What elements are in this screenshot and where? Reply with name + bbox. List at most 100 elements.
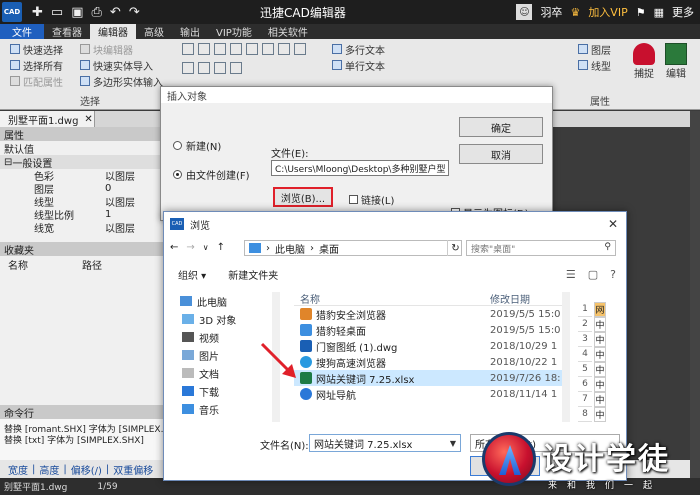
trim-tool-icon[interactable] — [214, 62, 226, 74]
rect-tool-icon[interactable] — [214, 43, 226, 55]
browse-button[interactable]: 浏览(B)... — [273, 187, 333, 207]
prop-row[interactable]: 线宽 以图层 — [0, 221, 164, 235]
help-icon[interactable]: ? — [610, 268, 616, 281]
file-row[interactable]: 搜狗高速浏览器 2018/10/22 1 — [294, 354, 562, 370]
join-vip-link[interactable]: 加入VIP — [588, 4, 627, 20]
radio-from-file[interactable]: 由文件创建(F) — [173, 167, 250, 182]
menu-file[interactable]: 文件 — [0, 24, 44, 39]
file-row[interactable]: 猎豹安全浏览器 2019/5/5 15:0 — [294, 306, 562, 322]
nav-item[interactable]: 视频 — [164, 328, 272, 346]
organize-button[interactable]: 组织 ▾ — [178, 267, 206, 282]
opt-offset[interactable]: 偏移(/) — [71, 462, 102, 477]
linetype-button[interactable]: 线型 — [578, 57, 611, 73]
right-scrollbar[interactable] — [690, 111, 700, 478]
menu-related[interactable]: 相关软件 — [260, 24, 316, 39]
layer-button[interactable]: 图层 — [578, 41, 611, 57]
stext-button[interactable]: 单行文本 — [332, 57, 385, 73]
title-bar: CAD ✚ ▭ ▣ ⎙ ↶ ↷ 迅捷CAD编辑器 ☺ 羽卒 ♛ 加入VIP ⚑ … — [0, 0, 700, 24]
arc-tool-icon[interactable] — [246, 43, 258, 55]
file-row[interactable]: 猎豹轻桌面 2019/5/5 15:0 — [294, 322, 562, 338]
radio-new[interactable]: 新建(N) — [173, 138, 221, 153]
select-all-button[interactable]: 选择所有 — [10, 57, 63, 73]
redo-icon[interactable]: ↷ — [129, 5, 140, 20]
nav-item[interactable]: 图片 — [164, 346, 272, 364]
close-icon[interactable]: ✕ — [84, 114, 92, 125]
mtext-button[interactable]: 多行文本 — [332, 41, 385, 57]
file-path-input[interactable]: C:\Users\Mloong\Desktop\多种别墅户型 — [271, 160, 449, 176]
nav-item[interactable]: 文档 — [164, 364, 272, 382]
nav-item[interactable]: 音乐 — [164, 400, 272, 418]
rotate-tool-icon[interactable] — [278, 43, 290, 55]
circle-tool-icon[interactable] — [230, 43, 242, 55]
col-date[interactable]: 修改日期 — [490, 291, 530, 306]
scale-tool-icon[interactable] — [294, 43, 306, 55]
grid-icon[interactable]: ▦ — [654, 6, 664, 19]
polyline-tool-icon[interactable] — [198, 43, 210, 55]
address-bar[interactable]: › 此电脑 › 桌面 — [244, 240, 462, 256]
line-tool-icon[interactable] — [182, 43, 194, 55]
doc-tab[interactable]: 别墅平面1.dwg ✕ — [0, 111, 95, 127]
search-input[interactable]: 搜索"桌面" ⚲ — [466, 240, 616, 256]
opt-width[interactable]: 宽度 — [8, 462, 28, 477]
shirt-icon[interactable]: ⚑ — [636, 6, 646, 19]
file-row[interactable]: 门窗图纸 (1).dwg 2018/10/29 1 — [294, 338, 562, 354]
properties-panel: 属性 默认值 ⊟ 一般设置 色彩 以图层 图层 0 线型 以图层 线型比例 1 线宽 以图层… — [0, 127, 165, 405]
copy-tool-icon[interactable] — [182, 62, 194, 74]
open-icon[interactable]: ▭ — [51, 5, 63, 20]
preview-pane-icon[interactable]: ▢ — [588, 268, 598, 281]
chevron-down-icon[interactable]: ▼ — [450, 439, 456, 448]
command-area: 命令行 替换 [romant.SHX] 字体为 [SIMPLEX.SHX] 替换… — [0, 405, 165, 460]
menu-editor[interactable]: 编辑器 — [90, 24, 136, 39]
print-icon[interactable]: ⎙ — [92, 5, 102, 20]
file-row-selected[interactable]: 网站关键词 7.25.xlsx 2019/7/26 18: — [294, 370, 562, 386]
opt-height[interactable]: 高度 — [39, 462, 59, 477]
forward-icon[interactable]: → — [186, 242, 194, 253]
general-section[interactable]: ⊟ 一般设置 — [0, 155, 164, 170]
cancel-button[interactable]: 取消 — [459, 144, 543, 164]
properties-default: 默认值 — [0, 141, 164, 156]
nav-item[interactable]: 3D 对象 — [164, 310, 272, 328]
block-editor-button[interactable]: 块编辑器 — [80, 41, 163, 57]
menu-advanced[interactable]: 高级 — [136, 24, 172, 39]
filename-input[interactable]: 网站关键词 7.25.xlsx ▼ — [309, 434, 461, 452]
refresh-icon[interactable]: ↻ — [447, 240, 463, 256]
ok-button[interactable]: 确定 — [459, 117, 543, 137]
move-tool-icon[interactable] — [262, 43, 274, 55]
user-name[interactable]: 羽卒 — [540, 4, 562, 20]
prop-value: 1 — [105, 209, 112, 220]
view-options-icon[interactable]: ☰ — [566, 268, 576, 281]
edit-button[interactable]: 编辑 — [662, 43, 690, 80]
breadcrumb-pc[interactable]: 此电脑 — [275, 241, 305, 256]
new-icon[interactable]: ✚ — [32, 5, 43, 20]
menu-vip[interactable]: VIP功能 — [208, 24, 260, 39]
file-row[interactable]: 网址导航 2018/11/14 1 — [294, 386, 562, 402]
nav-item[interactable]: 此电脑 — [164, 292, 272, 310]
col-name[interactable]: 名称 — [294, 291, 490, 306]
snap-button[interactable]: 捕捉 — [630, 43, 658, 80]
up-icon[interactable]: ↑ — [217, 242, 225, 253]
music-icon — [182, 404, 194, 414]
quick-select-button[interactable]: 快速选择 — [10, 41, 63, 57]
undo-icon[interactable]: ↶ — [110, 5, 121, 20]
link-checkbox[interactable]: 链接(L) — [349, 192, 394, 207]
breadcrumb-desktop[interactable]: 桌面 — [319, 241, 339, 256]
polygon-input-button[interactable]: 多边形实体输入 — [80, 73, 163, 89]
menu-output[interactable]: 输出 — [172, 24, 208, 39]
back-icon[interactable]: ← — [170, 242, 178, 253]
save-icon[interactable]: ▣ — [71, 5, 83, 20]
command-line: 替换 [romant.SHX] 字体为 [SIMPLEX.SHX] — [4, 425, 164, 433]
new-folder-button[interactable]: 新建文件夹 — [228, 267, 278, 282]
mirror-tool-icon[interactable] — [198, 62, 210, 74]
file-scrollbar[interactable] — [562, 292, 570, 422]
quick-import-button[interactable]: 快速实体导入 — [80, 57, 163, 73]
chevron-down-icon[interactable]: ∨ — [203, 243, 209, 252]
menu-viewer[interactable]: 查看器 — [44, 24, 90, 39]
extend-tool-icon[interactable] — [230, 62, 242, 74]
nav-item[interactable]: 下载 — [164, 382, 272, 400]
more-link[interactable]: 更多 — [672, 4, 694, 20]
opt-double-offset[interactable]: 双重偏移 — [113, 462, 153, 477]
close-icon[interactable]: ✕ — [608, 217, 618, 231]
preview-cell: 中 — [594, 317, 606, 332]
match-props-button[interactable]: 匹配属性 — [10, 73, 63, 89]
avatar-icon[interactable]: ☺ — [516, 4, 533, 20]
